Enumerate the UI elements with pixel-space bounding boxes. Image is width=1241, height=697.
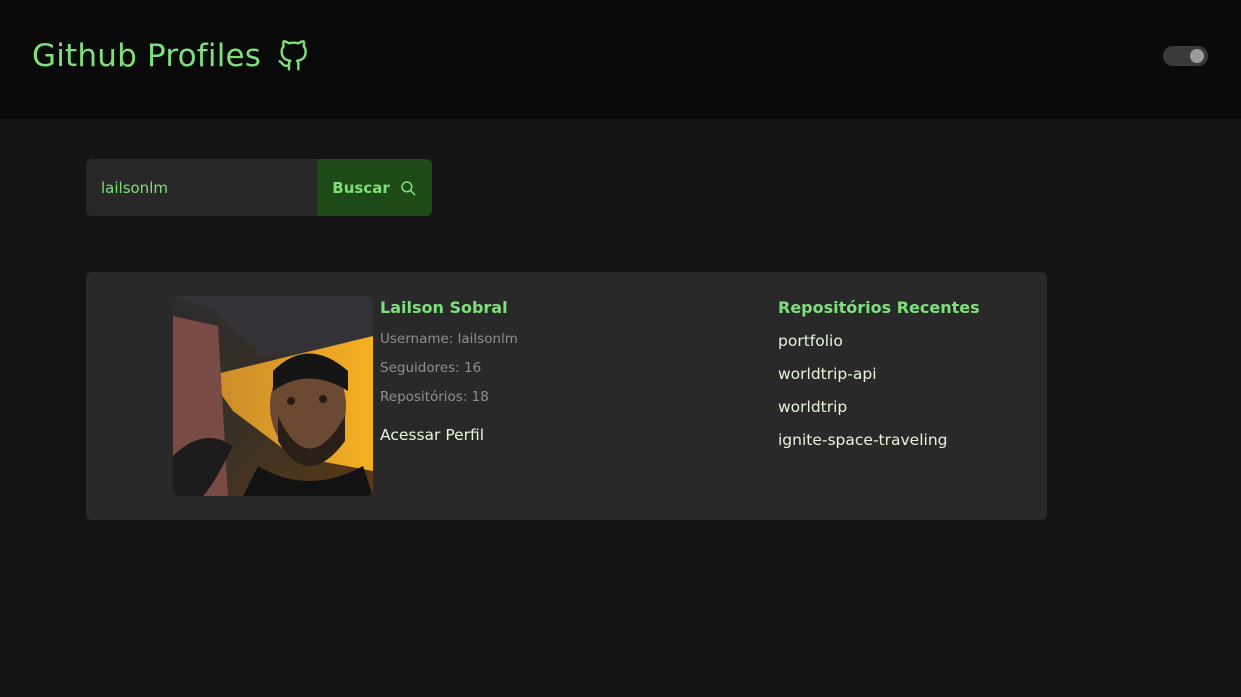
github-icon [278,40,308,71]
profile-link[interactable]: Acessar Perfil [380,425,518,445]
avatar-photo [173,296,373,496]
profile-repositories: Repositórios: 18 [380,389,489,405]
repo-link[interactable]: worldtrip-api [778,364,980,384]
avatar [173,296,373,496]
app-header: Github Profiles [0,0,1241,119]
search-input[interactable] [86,159,317,216]
theme-toggle[interactable] [1163,46,1208,66]
app-title-text: Github Profiles [32,38,262,74]
recent-repos-title: Repositórios Recentes [778,298,980,317]
profile-name: Lailson Sobral [380,298,508,317]
repo-link[interactable]: portfolio [778,331,980,351]
profile-followers: Seguidores: 16 [380,360,482,376]
profile-card: Lailson Sobral Username: lailsonlm Segui… [86,272,1047,520]
search-button-label: Buscar [332,178,390,197]
app-title: Github Profiles [32,38,309,74]
repo-link[interactable]: worldtrip [778,397,980,417]
profile-username: Username: lailsonlm [380,331,518,347]
recent-repos: Repositórios Recentes portfolio worldtri… [778,298,980,450]
profile-info: Lailson Sobral Username: lailsonlm Segui… [380,298,518,445]
repo-link[interactable]: ignite-space-traveling [778,430,980,450]
search-bar: Buscar [86,159,432,216]
search-button[interactable]: Buscar [317,159,432,216]
search-icon [400,180,416,195]
theme-toggle-knob [1190,49,1204,63]
